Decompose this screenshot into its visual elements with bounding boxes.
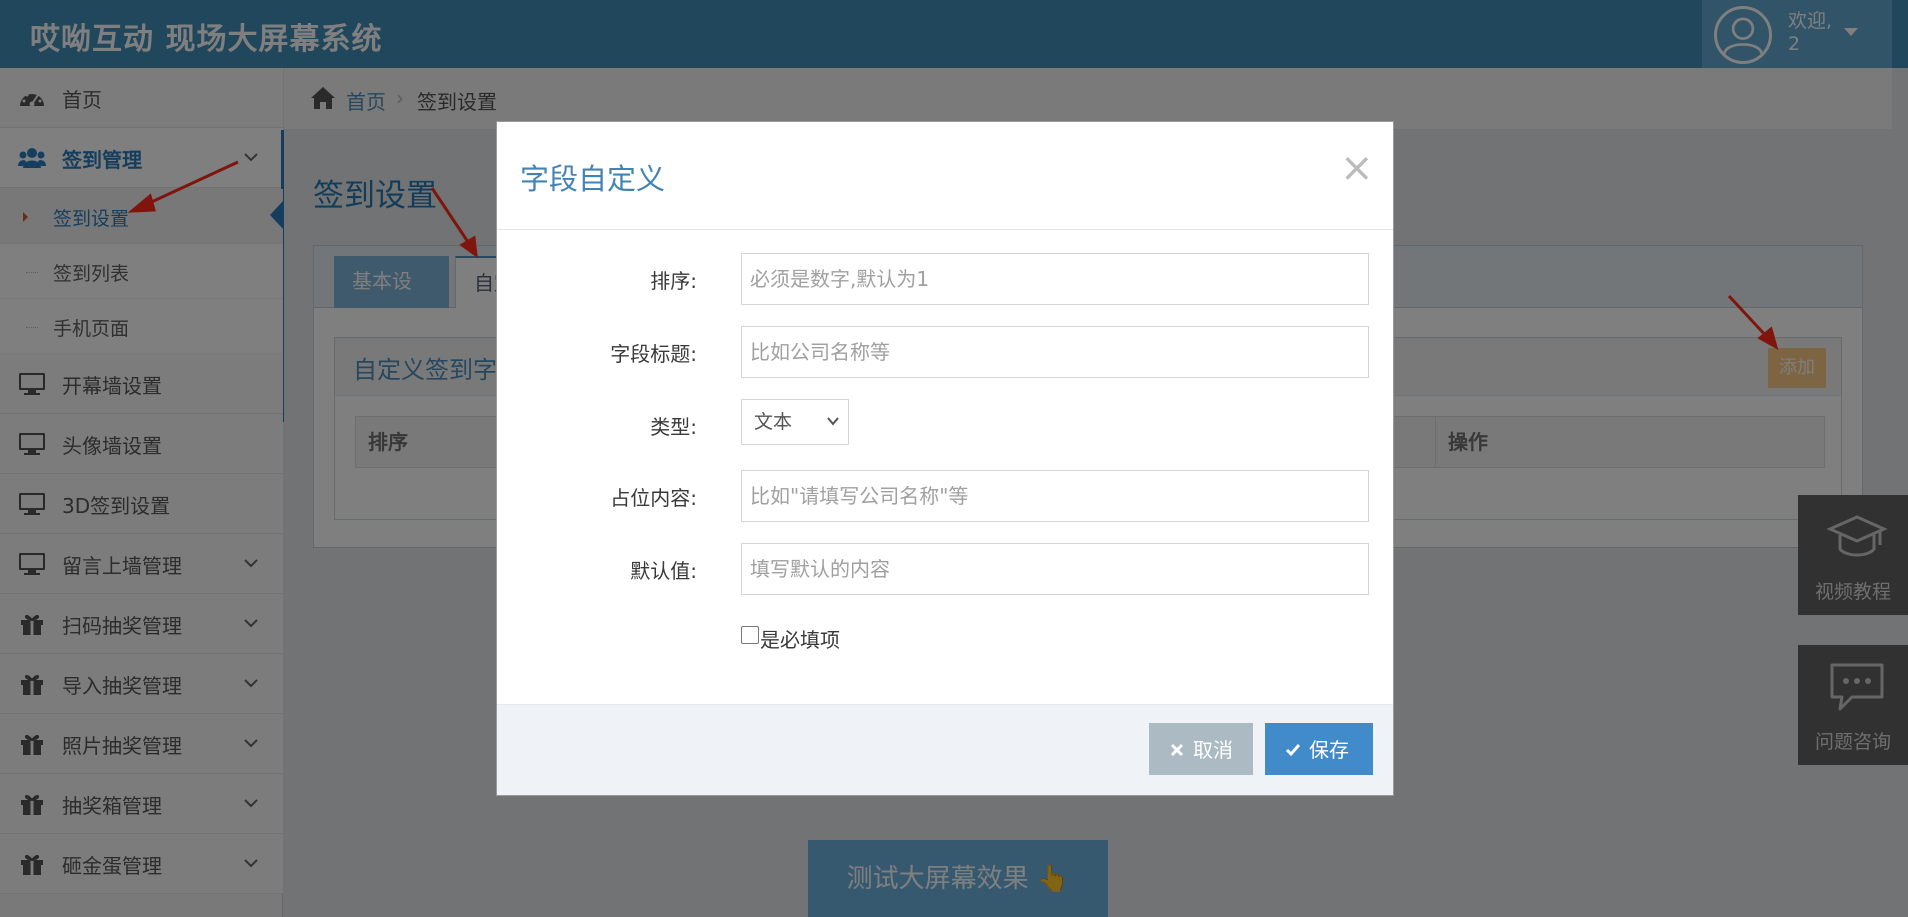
modal-footer: 取消 保存 [497, 704, 1393, 795]
save-button[interactable]: 保存 [1265, 723, 1373, 775]
check-icon [1285, 744, 1301, 757]
default-value-label: 默认值: [630, 559, 697, 583]
form-row-order: 排序: [497, 253, 1393, 305]
type-select-value: 文本 [754, 411, 793, 433]
default-value-input[interactable] [741, 543, 1369, 595]
placeholder-label: 占位内容: [610, 486, 697, 510]
field-title-label: 字段标题: [610, 342, 697, 366]
chevron-down-icon [827, 417, 839, 426]
required-checkbox[interactable] [741, 626, 759, 644]
modal-title: 字段自定义 [520, 162, 666, 196]
close-icon [1170, 743, 1184, 757]
required-label: 是必填项 [760, 628, 840, 652]
cancel-label: 取消 [1193, 738, 1233, 762]
form-row-default: 默认值: [497, 543, 1393, 595]
form-row-field-title: 字段标题: [497, 326, 1393, 378]
type-label: 类型: [650, 415, 697, 439]
type-select[interactable]: 文本 [741, 399, 849, 445]
field-custom-dialog: 字段自定义 × 排序: 字段标题: 类型: 文本 占位内容: 默认值: 是必填项… [496, 121, 1394, 796]
placeholder-input[interactable] [741, 470, 1369, 522]
order-input[interactable] [741, 253, 1369, 305]
form-row-type: 类型: 文本 [497, 399, 1393, 451]
cancel-button[interactable]: 取消 [1149, 723, 1253, 775]
field-title-input[interactable] [741, 326, 1369, 378]
order-label: 排序: [650, 269, 697, 293]
form-row-placeholder: 占位内容: [497, 470, 1393, 522]
modal-header: 字段自定义 × [497, 122, 1393, 230]
close-icon[interactable]: × [1340, 148, 1374, 188]
save-label: 保存 [1309, 738, 1349, 762]
